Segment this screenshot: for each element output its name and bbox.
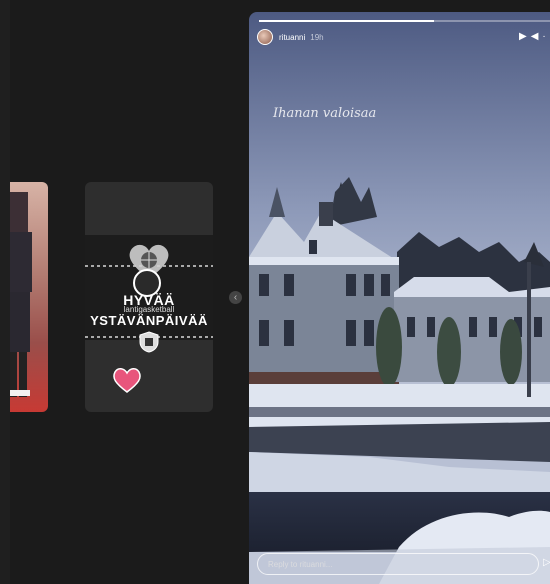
story-controls: ▶ ◀ ·	[519, 31, 546, 42]
active-story[interactable]: rituanni 19h ▶ ◀ · Ihanan valoisaa ▷	[249, 12, 550, 584]
username-link[interactable]: rituanni	[279, 33, 305, 42]
mute-icon[interactable]: ◀	[531, 31, 539, 42]
story-header: rituanni 19h	[257, 29, 324, 45]
story-title-line2: YSTÄVÄNPÄIVÄÄ	[90, 313, 208, 328]
chevron-left-icon: ‹	[233, 291, 238, 303]
timestamp: 19h	[310, 32, 324, 42]
play-icon[interactable]: ▶	[519, 31, 527, 42]
heart-sticker-icon	[113, 368, 141, 393]
story-progress-bar	[259, 20, 550, 22]
story-progress-fill	[259, 20, 434, 22]
reply-input[interactable]	[257, 553, 539, 575]
story-preview-middle[interactable]: HYVÄÄ lantigasketball YSTÄVÄNPÄIVÄÄ	[85, 182, 213, 412]
story-caption: Ihanan valoisaa	[273, 106, 377, 121]
person-photo	[10, 192, 32, 397]
avatar[interactable]	[257, 29, 273, 45]
story-card: HYVÄÄ lantigasketball YSTÄVÄNPÄIVÄÄ	[85, 235, 213, 353]
send-icon[interactable]: ▷	[543, 557, 550, 568]
more-options-icon[interactable]: ·	[542, 31, 545, 42]
previous-story-button[interactable]: ‹	[229, 291, 242, 304]
story-photo	[249, 12, 550, 584]
shield-icon	[139, 331, 159, 353]
left-edge	[0, 0, 10, 584]
story-preview-left[interactable]	[10, 182, 48, 412]
